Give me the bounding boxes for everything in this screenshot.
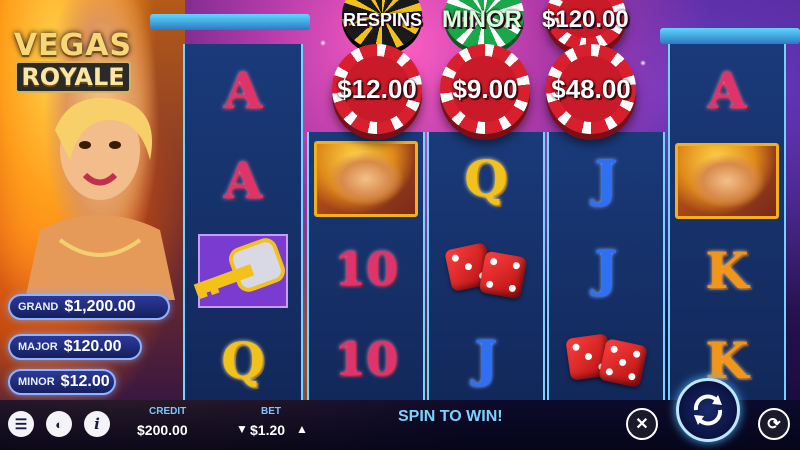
jackpot-value: $12.00 bbox=[60, 373, 110, 390]
prize-minor-label: MINOR bbox=[442, 6, 522, 33]
game-logo: VEGAS ROYALE bbox=[8, 28, 138, 93]
reel-1: A A Q bbox=[183, 44, 303, 400]
jackpot-major: MAJOR $120.00 bbox=[8, 334, 142, 360]
key-background bbox=[193, 234, 288, 308]
bet-decrease-icon[interactable]: ▼ bbox=[236, 422, 248, 436]
reel-symbol-j: J bbox=[474, 329, 498, 388]
reel-symbol-k: K bbox=[705, 241, 749, 300]
chip-9: $9.00 bbox=[440, 44, 530, 134]
jackpot-label: MINOR bbox=[18, 376, 55, 388]
jackpot-value: $120.00 bbox=[63, 338, 122, 355]
bet-label: BET bbox=[261, 406, 281, 417]
bet-increase-icon[interactable]: ▲ bbox=[296, 422, 308, 436]
jackpot-grand: GRAND $1,200.00 bbox=[8, 294, 170, 320]
reel-symbol-j: J bbox=[594, 239, 618, 298]
reel-symbol-q: Q bbox=[221, 331, 265, 390]
reel-5: A K K bbox=[668, 44, 786, 400]
portrait-symbol bbox=[309, 134, 423, 224]
autoplay-icon[interactable]: ⟳ bbox=[758, 408, 790, 440]
logo-royale-text: ROYALE bbox=[15, 61, 131, 93]
info-icon[interactable]: i bbox=[84, 411, 110, 437]
reel-symbol-a: A bbox=[223, 151, 263, 210]
sparkle bbox=[320, 40, 326, 46]
key-icon bbox=[193, 238, 285, 300]
chip-12: $12.00 bbox=[332, 44, 422, 134]
dice-symbol bbox=[549, 314, 663, 404]
dice-symbol bbox=[429, 224, 543, 314]
reel-symbol-10: 10 bbox=[333, 332, 398, 386]
prize-respins-label: RESPINS bbox=[343, 10, 423, 30]
turbo-icon[interactable]: ✕ bbox=[626, 408, 658, 440]
reel-symbol-q: Q bbox=[464, 149, 508, 208]
reel-pillar-cap bbox=[660, 28, 800, 44]
credit-value: $200.00 bbox=[137, 422, 188, 438]
portrait-symbol bbox=[670, 136, 784, 226]
game-stage: VEGAS ROYALE GRAND $1,200.00 MAJOR $120.… bbox=[0, 0, 800, 450]
chip-48: $48.00 bbox=[546, 44, 636, 134]
spin-button[interactable] bbox=[676, 378, 740, 442]
reel-symbol-a: A bbox=[707, 61, 747, 120]
jackpot-minor: MINOR $12.00 bbox=[8, 369, 116, 395]
spin-icon bbox=[693, 394, 723, 426]
bet-value: $1.20 bbox=[250, 422, 286, 438]
reel-3: Q J bbox=[427, 132, 545, 400]
jackpot-label: MAJOR bbox=[18, 341, 58, 353]
reel-4: J J bbox=[547, 132, 665, 400]
jackpot-label: GRAND bbox=[18, 301, 59, 313]
reel-symbol-j: J bbox=[594, 149, 618, 208]
status-message: SPIN TO WIN! bbox=[398, 408, 503, 425]
menu-icon[interactable]: ☰ bbox=[8, 411, 34, 437]
credit-label: CREDIT bbox=[149, 406, 187, 417]
sound-icon[interactable]: ◐ bbox=[46, 411, 72, 437]
logo-vegas-text: VEGAS bbox=[13, 28, 133, 63]
prize-120-label: $120.00 bbox=[542, 6, 629, 33]
reel-symbol-10: 10 bbox=[333, 242, 398, 296]
reel-2: 10 10 bbox=[307, 132, 425, 400]
reel-symbol-a: A bbox=[223, 61, 263, 120]
key-symbol bbox=[185, 226, 301, 316]
jackpot-value: $1,200.00 bbox=[64, 298, 136, 315]
reel-pillar-cap bbox=[150, 14, 310, 30]
sparkle bbox=[640, 60, 646, 66]
